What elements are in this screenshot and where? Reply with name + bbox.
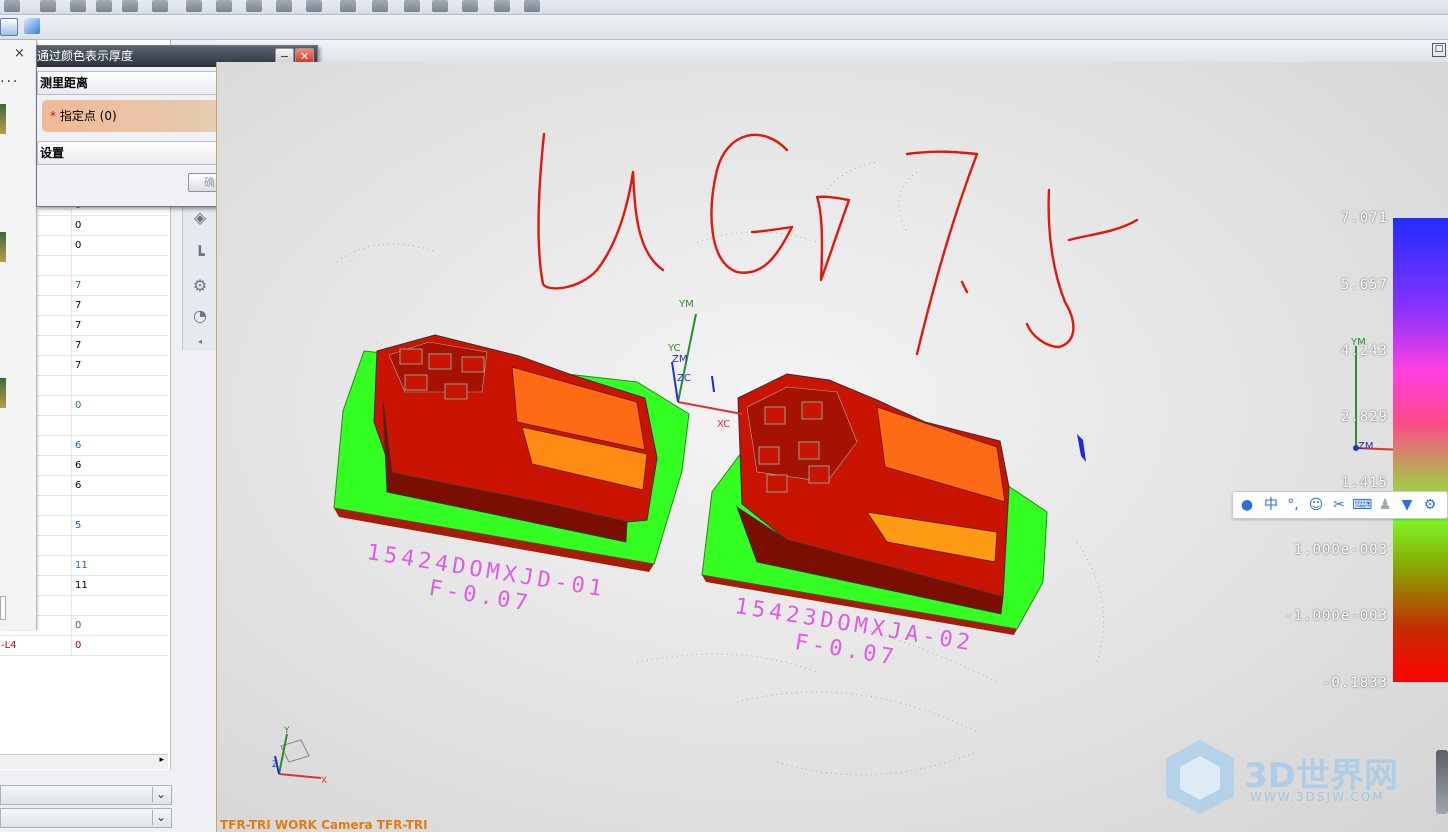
side-scroll-handle[interactable] <box>1436 750 1448 814</box>
collapsed-side-panel: × ... <box>0 40 37 630</box>
toolbar-tool-icon[interactable] <box>122 0 138 12</box>
triad-y-label: Y <box>283 726 290 736</box>
toolbar-tool-icon[interactable] <box>524 0 540 12</box>
maximize-window-icon[interactable]: □ <box>1432 43 1446 57</box>
part-1-model[interactable] <box>333 334 690 572</box>
row-value-cell: 6 <box>75 440 82 451</box>
absolute-triad: Y Z X <box>272 726 327 786</box>
toolbar-tool-icon[interactable] <box>4 0 20 12</box>
history-icon[interactable]: ◔ <box>189 306 211 326</box>
chevron-down-icon[interactable]: ⌄ <box>152 787 169 802</box>
legend-ym-label: YM <box>1350 337 1366 348</box>
toolbar-tool-icon[interactable] <box>70 0 86 12</box>
row-value-cell: 6 <box>75 460 82 471</box>
row-value-cell: 11 <box>75 580 88 591</box>
handwriting-annotation <box>537 132 1139 356</box>
panel-input-edge <box>0 596 6 620</box>
row-value-cell: 7 <box>75 340 82 351</box>
scissors-icon[interactable]: ✂ <box>1329 495 1349 515</box>
row-value-cell: 7 <box>75 300 82 311</box>
preview-thumbnail <box>0 378 6 408</box>
triad-ym-label: YM <box>678 299 694 310</box>
skin-icon[interactable]: ▼ <box>1397 495 1417 515</box>
row-value-cell: 0 <box>75 620 82 631</box>
model-view: YM YC ZM ZC XC Y Z X YM ZM <box>272 132 1448 786</box>
collapse-icon[interactable]: ◂ <box>189 332 211 352</box>
toolbar-tool-icon[interactable] <box>404 0 420 12</box>
section-title: 测里距离 <box>40 76 89 90</box>
toolbar-tool-icon[interactable] <box>246 0 262 12</box>
ime-punct-toggle[interactable]: °, <box>1283 495 1303 515</box>
triad-yc-label: YC <box>667 343 681 354</box>
toolbar-tool-icon[interactable] <box>152 0 168 12</box>
emoji-icon[interactable]: ☺ <box>1306 495 1326 515</box>
preview-thumbnail <box>0 232 6 262</box>
toolbar-tool-icon[interactable] <box>40 0 56 12</box>
row-value-cell: 5 <box>75 520 82 531</box>
toolbar-tool-icon[interactable] <box>340 0 356 12</box>
toolbar-tool-icon[interactable] <box>276 0 292 12</box>
triad-xc-label: XC <box>717 419 730 430</box>
user-icon[interactable]: ♟ <box>1375 495 1395 515</box>
row-name-cell: -L4 <box>0 636 72 655</box>
toolbar-tool-icon[interactable] <box>306 0 322 12</box>
required-marker: * <box>50 109 56 123</box>
table-row[interactable]: -L40 <box>0 636 168 656</box>
toolbar-tool-icon[interactable] <box>96 0 112 12</box>
main-toolbar <box>0 0 1448 15</box>
preview-thumbnail <box>0 104 6 134</box>
toolbar-tool-icon[interactable] <box>494 0 510 12</box>
watermark-url: WWW.3DSJW.COM <box>1250 790 1385 804</box>
row-value-cell: 7 <box>75 280 82 291</box>
view-status-text: TFR-TRI WORK Camera TFR-TRI <box>220 818 428 832</box>
constraint-navigator-icon[interactable]: ┗ <box>189 245 211 265</box>
gear-icon[interactable]: ⚙ <box>1420 495 1440 515</box>
toolbar-tool-icon[interactable] <box>432 0 448 12</box>
resource-bar: ◈ ┗ ⚙ ◔ ◂ <box>182 200 217 350</box>
keyboard-icon[interactable]: ⌨ <box>1352 495 1372 515</box>
toolbar-tool-icon[interactable] <box>462 0 478 12</box>
chevron-down-icon[interactable]: ⌄ <box>152 810 169 825</box>
specify-point-label: 指定点 (0) <box>59 109 117 123</box>
scroll-right-icon[interactable]: ▸ <box>159 755 164 765</box>
details-dropdown[interactable]: ⌄ <box>0 785 172 805</box>
toolbar-tool-icon[interactable] <box>372 0 388 12</box>
selection-filter-icon[interactable] <box>0 18 18 36</box>
cube-view-icon[interactable] <box>24 18 40 34</box>
ime-toolbar: ● 中 °, ☺ ✂ ⌨ ♟ ▼ ⚙ <box>1232 491 1448 519</box>
ime-mode-toggle[interactable]: 中 <box>1261 495 1281 515</box>
toolbar-tool-icon[interactable] <box>186 0 202 12</box>
toolbar-tool-icon[interactable] <box>216 0 232 12</box>
secondary-toolbar <box>0 15 1448 40</box>
triad-zc-label: ZC <box>677 373 691 384</box>
row-value-cell: 11 <box>75 560 88 571</box>
dependencies-dropdown[interactable]: ⌄ <box>0 808 172 828</box>
graphics-window[interactable]: YM YC ZM ZC XC Y Z X YM ZM 15424DOMXJD-0… <box>216 62 1448 832</box>
legend-zm-label: ZM <box>1358 441 1373 452</box>
watermark-logo <box>1166 740 1234 814</box>
blue-marker <box>1077 434 1086 462</box>
triad-zm-label: ZM <box>672 354 687 365</box>
dialog-title: 通过颜色表示厚度 <box>37 49 134 63</box>
assembly-navigator-icon[interactable]: ◈ <box>189 208 211 228</box>
row-value-cell: 0 <box>75 220 82 231</box>
row-value-cell: 0 <box>75 400 82 411</box>
triad-x-label: X <box>321 776 327 786</box>
triad-z-label: Z <box>272 760 278 770</box>
row-value-cell: 0 <box>75 240 82 251</box>
row-value-cell: 0 <box>75 640 82 651</box>
ime-logo-icon[interactable]: ● <box>1237 495 1257 515</box>
thickness-color-legend <box>1393 218 1448 682</box>
horizontal-scrollbar[interactable]: ▸ <box>0 754 168 769</box>
row-value-cell: 7 <box>75 320 82 331</box>
more-options-icon[interactable]: ... <box>0 70 19 86</box>
section-title: 设置 <box>40 146 65 160</box>
row-value-cell: 6 <box>75 480 82 491</box>
graphics-tab-strip: □ <box>216 40 1448 63</box>
part-navigator-icon[interactable]: ⚙ <box>189 276 211 296</box>
row-value-cell: 7 <box>75 360 82 371</box>
close-icon[interactable]: × <box>14 46 25 61</box>
